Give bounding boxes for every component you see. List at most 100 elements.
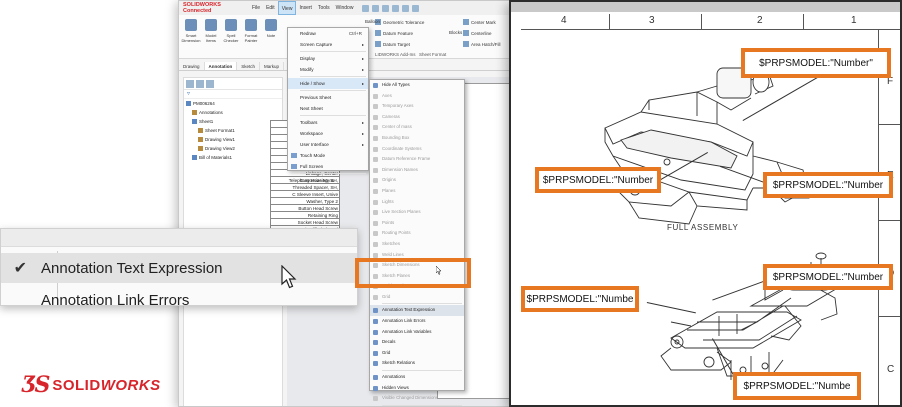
new-document-icon[interactable] <box>372 4 380 12</box>
menu-item-label: Live Section Planes <box>382 209 421 215</box>
menu-insert[interactable]: Insert <box>296 1 315 15</box>
hide-show-item[interactable]: Annotation Text Expression <box>370 305 464 317</box>
menu-tools[interactable]: Tools <box>315 1 333 15</box>
view-menu-item[interactable]: Workspace ▸ <box>288 128 368 139</box>
menu-item-label: Annotation Link Variables <box>382 328 432 334</box>
menu-item-label: Weld Lines <box>382 251 404 257</box>
hide-show-item[interactable]: Decals <box>370 337 464 348</box>
print-icon[interactable] <box>402 4 410 12</box>
datum-target-button[interactable]: Datum Target <box>375 41 410 47</box>
feature-tree-icon[interactable] <box>186 80 194 88</box>
menu-edit[interactable]: Edit <box>263 1 278 15</box>
tree-root[interactable]: PM006264 <box>184 99 282 108</box>
menu-view[interactable]: View <box>277 1 297 15</box>
tree-node[interactable]: Sheet Format1 <box>184 126 282 135</box>
spell-checker-button[interactable]: Spell Checker <box>221 19 241 43</box>
area-hatch-button[interactable]: Area Hatch/Fill <box>463 41 501 47</box>
menu-item-label: Workspace <box>300 131 323 136</box>
view-menu-item[interactable]: Next Sheet <box>288 103 368 114</box>
home-icon[interactable] <box>362 4 370 12</box>
title-bar: SOLIDWORKS Connected File Edit View Insert T… <box>179 1 517 15</box>
tree-node[interactable]: Bill of Materials1 <box>184 153 282 162</box>
hide-show-item: Weld Lines <box>370 250 464 261</box>
table-cell: Button Head Screw <box>270 204 340 212</box>
annotation-text-expression-item[interactable]: ✔ Annotation Text Expression <box>1 253 357 283</box>
sheet-format-tab-label[interactable]: Sheet Format <box>419 52 446 57</box>
hide-show-item: Origins <box>370 175 464 186</box>
custom-property-label[interactable]: $PRPSMODEL:"Number <box>763 172 893 198</box>
view-menu-item[interactable]: Touch Mode <box>288 150 368 161</box>
view-menu-item[interactable]: Modify ▸ <box>288 64 368 75</box>
blocks-button[interactable]: Blocks <box>449 30 462 35</box>
menu-separator <box>300 76 366 77</box>
menu-item-label: Center of mass <box>382 124 412 130</box>
menu-item-icon <box>373 340 378 346</box>
center-mark-button[interactable]: Center Mark <box>463 19 496 25</box>
view-menu-item[interactable]: Customize Menu <box>288 175 368 186</box>
menu-item-label: Origins <box>382 177 396 183</box>
tree-node[interactable]: Annotations <box>184 108 282 117</box>
annotation-link-errors-item[interactable]: Annotation Link Errors <box>1 285 357 306</box>
hide-show-item: Axes <box>370 91 464 102</box>
addins-tab-label[interactable]: LIDWORKS Add-Ins <box>375 52 416 57</box>
filter-icon[interactable]: ▿ <box>184 90 282 99</box>
datum-feature-icon <box>375 30 381 36</box>
view-menu-item[interactable]: Toolbars ▸ <box>288 117 368 128</box>
custom-property-label[interactable]: $PRPSMODEL:"Number <box>763 264 893 290</box>
mouse-cursor-icon <box>436 266 442 275</box>
configuration-icon[interactable] <box>206 80 214 88</box>
view-menu-item[interactable]: Screen Capture ▸ <box>288 39 368 50</box>
save-icon[interactable] <box>392 4 400 12</box>
menu-item-label: Customize Menu <box>300 178 335 183</box>
menu-item-icon <box>373 396 378 402</box>
undo-icon[interactable] <box>412 4 420 12</box>
hide-show-item[interactable]: Sketch Relations <box>370 358 464 369</box>
tree-node[interactable]: Drawing View1 <box>184 135 282 144</box>
hide-show-item[interactable]: Annotation Link Errors <box>370 316 464 327</box>
hide-show-item[interactable]: Annotation Link Variables <box>370 327 464 338</box>
zone-side-ruler: FEDC <box>879 30 900 405</box>
zone-number: 2 <box>757 15 763 26</box>
tree-node[interactable]: Sheet1 <box>184 117 282 126</box>
tab-sketch[interactable]: Sketch <box>237 62 261 70</box>
view-menu-item[interactable]: User Interface ▸ <box>288 139 368 150</box>
menu-separator <box>300 51 366 52</box>
view-menu-item[interactable]: Redraw Ctrl+R <box>288 28 368 39</box>
menu-item-label: Hide / Show <box>300 81 325 86</box>
view-menu-item[interactable]: Hide / Show ▸ <box>288 78 368 89</box>
view-menu-item[interactable]: Previous Sheet <box>288 92 368 103</box>
view-menu-item[interactable]: Display ▸ <box>288 53 368 64</box>
custom-property-label[interactable]: $PRPSMODEL:"Number" <box>741 48 891 78</box>
menu-item-label: Decals <box>382 339 396 345</box>
hide-show-item[interactable]: Hidden Views <box>370 383 464 394</box>
table-row: C Sleeve Insert, Unive <box>270 190 340 198</box>
custom-property-label[interactable]: $PRPSMODEL:"Numbe <box>733 372 861 400</box>
custom-property-label[interactable]: $PRPSMODEL:"Numbe <box>521 286 639 312</box>
property-manager-icon[interactable] <box>196 80 204 88</box>
tab-annotation[interactable]: Annotation <box>204 62 238 70</box>
tab-markup[interactable]: Markup <box>260 62 285 70</box>
custom-property-label[interactable]: $PRPSMODEL:"Number <box>535 167 661 193</box>
menu-file[interactable]: File <box>249 1 263 15</box>
hide-show-item[interactable]: Hide All Types <box>370 80 464 91</box>
centerline-button[interactable]: Centerline <box>463 30 492 36</box>
tab-drawing[interactable]: Drawing <box>179 62 205 70</box>
hide-show-item[interactable]: Annotations <box>370 372 464 383</box>
tree-node[interactable]: Drawing View2 <box>184 144 282 153</box>
menu-window[interactable]: Window <box>333 1 357 15</box>
zone-divider <box>701 14 702 30</box>
view-menu-item[interactable]: Full Screen <box>288 161 368 172</box>
drawing-area[interactable] <box>521 30 879 405</box>
menu-item-label: Datum Reference Frame <box>382 156 431 162</box>
note-button[interactable]: Note <box>261 19 281 38</box>
geometric-tolerance-button[interactable]: Geometric Tolerance <box>375 19 424 25</box>
hide-show-item[interactable]: Grid <box>370 348 464 359</box>
model-items-button[interactable]: Model Items <box>201 19 221 43</box>
format-painter-button[interactable]: Format Painter <box>241 19 261 43</box>
open-icon[interactable] <box>382 4 390 12</box>
datum-feature-button[interactable]: Datum Feature <box>375 30 413 36</box>
menu-item-label: Cameras <box>382 113 400 119</box>
balloon-button[interactable]: Balloon <box>365 19 380 24</box>
smart-dimension-button[interactable]: Smart Dimension <box>181 19 201 43</box>
hide-show-item: Coordinate Systems <box>370 144 464 155</box>
